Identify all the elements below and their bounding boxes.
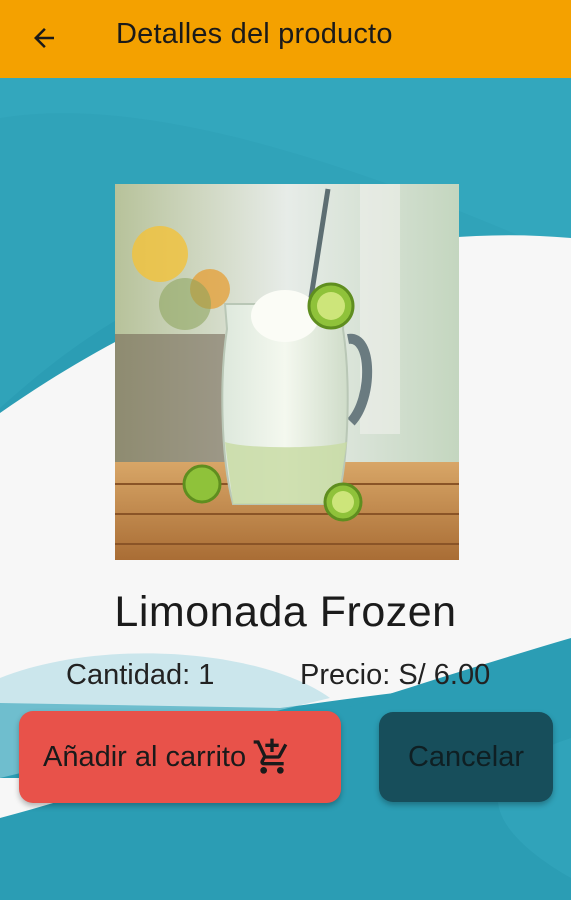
arrow-left-icon [34,28,54,48]
add-to-cart-button[interactable]: Añadir al carrito [19,711,341,803]
price-label: Precio: S/ 6.00 [300,659,491,691]
back-button[interactable] [22,18,66,58]
cancel-label: Cancelar [407,740,525,773]
add-to-cart-label: Añadir al carrito [43,740,247,773]
app-bar: Detalles del producto [0,0,571,78]
lemonade-pitcher-image [115,184,459,560]
product-image [115,184,459,560]
add-shopping-cart-icon [252,737,292,777]
quantity-label: Cantidad: 1 [66,659,215,691]
product-name: Limonada Frozen [114,588,457,636]
cancel-button[interactable]: Cancelar [379,712,553,802]
page-title: Detalles del producto [116,18,393,50]
